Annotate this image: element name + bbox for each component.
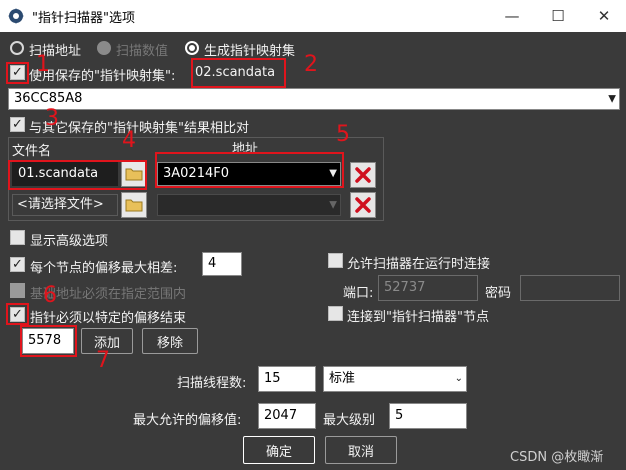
chevron-down-icon: ▼ bbox=[329, 168, 337, 179]
dialog-body: 扫描地址 扫描数值 生成指针映射集 ✓ 使用保存的"指针映射集": 02.sca… bbox=[0, 32, 626, 470]
radio-generate-pointermap[interactable] bbox=[185, 41, 199, 55]
end-offset-input[interactable]: 5578 bbox=[22, 328, 74, 354]
use-saved-label: 使用保存的"指针映射集": bbox=[29, 69, 176, 84]
thread-count-label: 扫描线程数: bbox=[177, 376, 247, 391]
compare-file-1-text: 01.scandata bbox=[18, 166, 99, 181]
annotation-number-6: 6 bbox=[43, 283, 57, 308]
delete-x-icon bbox=[355, 197, 371, 213]
column-address-header: 地址 bbox=[232, 142, 259, 157]
minimize-button[interactable]: — bbox=[490, 0, 534, 32]
base-range-checkbox[interactable] bbox=[10, 283, 25, 298]
max-offset-diff-value: 4 bbox=[208, 256, 217, 271]
max-level-label: 最大级别 bbox=[323, 413, 376, 428]
allow-connect-label: 允许扫描器在运行时连接 bbox=[347, 257, 491, 272]
chevron-down-icon: ⌄ bbox=[454, 373, 463, 384]
chevron-down-icon: ▼ bbox=[329, 199, 337, 211]
annotation-number-2: 2 bbox=[304, 52, 318, 77]
port-input[interactable]: 52737 bbox=[378, 275, 478, 301]
max-level-input[interactable]: 5 bbox=[389, 403, 467, 429]
port-value: 52737 bbox=[384, 280, 426, 295]
thread-count-input[interactable]: 15 bbox=[258, 366, 316, 392]
must-end-offset-label: 指针必须以特定的偏移结束 bbox=[30, 311, 187, 326]
annotation-number-3: 3 bbox=[45, 106, 59, 131]
delete-row-1-button[interactable] bbox=[350, 162, 376, 188]
end-offset-value: 5578 bbox=[28, 333, 62, 348]
radio-scan-value-label: 扫描数值 bbox=[116, 44, 169, 59]
max-offset-diff-checkbox[interactable]: ✓ bbox=[10, 257, 25, 272]
compare-address-1-combo[interactable]: 3A0214F0 ▼ bbox=[157, 162, 341, 186]
chevron-down-icon: ▼ bbox=[608, 93, 616, 105]
remove-offset-label: 移除 bbox=[156, 335, 183, 351]
cancel-button[interactable]: 取消 bbox=[325, 436, 397, 464]
port-label: 端口: bbox=[343, 286, 374, 301]
compare-checkbox[interactable]: ✓ bbox=[10, 117, 25, 132]
thread-priority-select[interactable]: 标准 ⌄ bbox=[323, 366, 467, 392]
connect-node-label: 连接到"指针扫描器"节点 bbox=[347, 310, 489, 325]
annotation-number-1: 1 bbox=[36, 52, 50, 77]
compare-address-1-text: 3A0214F0 bbox=[163, 166, 229, 181]
title-bar: "指针扫描器"选项 — ☐ ✕ bbox=[0, 0, 626, 32]
connect-node-checkbox[interactable] bbox=[328, 306, 343, 321]
show-advanced-checkbox[interactable] bbox=[10, 230, 25, 245]
annotation-number-7: 7 bbox=[96, 348, 110, 373]
show-advanced-label: 显示高级选项 bbox=[30, 234, 109, 249]
compare-address-2-combo[interactable]: ▼ bbox=[157, 194, 341, 216]
password-input[interactable] bbox=[520, 275, 620, 301]
annotation-number-5: 5 bbox=[336, 122, 350, 147]
browse-file-2-button[interactable] bbox=[121, 192, 147, 218]
max-offset-diff-label: 每个节点的偏移最大相差: bbox=[30, 261, 178, 276]
window-title: "指针扫描器"选项 bbox=[32, 11, 135, 26]
folder-icon bbox=[125, 199, 143, 212]
thread-priority-value: 标准 bbox=[329, 371, 356, 386]
radio-scan-value[interactable] bbox=[97, 41, 111, 55]
allow-connect-checkbox[interactable] bbox=[328, 253, 343, 268]
remove-offset-button[interactable]: 移除 bbox=[142, 328, 198, 354]
options-window: "指针扫描器"选项 — ☐ ✕ 扫描地址 扫描数值 生成指针映射集 ✓ 使用保存… bbox=[0, 0, 626, 470]
maximize-button[interactable]: ☐ bbox=[536, 0, 580, 32]
compare-file-1[interactable]: 01.scandata bbox=[12, 162, 118, 186]
radio-scan-address[interactable] bbox=[10, 41, 24, 55]
folder-icon bbox=[125, 168, 143, 181]
close-button[interactable]: ✕ bbox=[582, 0, 626, 32]
app-gear-icon bbox=[8, 8, 24, 24]
watermark: CSDN @枚瞰渐 bbox=[510, 450, 604, 465]
password-label: 密码 bbox=[485, 286, 512, 301]
max-offset-label: 最大允许的偏移值: bbox=[133, 413, 242, 428]
delete-row-2-button[interactable] bbox=[350, 192, 376, 218]
cancel-label: 取消 bbox=[347, 444, 374, 460]
saved-filename: 02.scandata bbox=[195, 65, 276, 80]
max-offset-input[interactable]: 2047 bbox=[258, 403, 316, 429]
column-filename-header: 文件名 bbox=[12, 144, 52, 159]
max-offset-diff-input[interactable]: 4 bbox=[202, 252, 242, 276]
ok-button[interactable]: 确定 bbox=[243, 436, 315, 464]
max-level-value: 5 bbox=[395, 408, 404, 423]
thread-count-value: 15 bbox=[264, 371, 281, 386]
compare-file-2[interactable]: <请选择文件> bbox=[12, 194, 118, 216]
compare-file-2-text: <请选择文件> bbox=[17, 197, 104, 212]
saved-address-value: 36CC85A8 bbox=[14, 91, 83, 106]
use-saved-checkbox[interactable]: ✓ bbox=[10, 65, 25, 80]
compare-label: 与其它保存的"指针映射集"结果相比对 bbox=[29, 121, 249, 136]
saved-address-combo[interactable]: 36CC85A8 ▼ bbox=[8, 88, 620, 110]
max-offset-value: 2047 bbox=[264, 408, 298, 423]
ok-label: 确定 bbox=[265, 444, 292, 460]
delete-x-icon bbox=[355, 167, 371, 183]
radio-generate-pointermap-label: 生成指针映射集 bbox=[204, 44, 296, 59]
browse-file-1-button[interactable] bbox=[121, 161, 147, 187]
must-end-offset-checkbox[interactable]: ✓ bbox=[10, 307, 25, 322]
annotation-number-4: 4 bbox=[122, 128, 136, 153]
